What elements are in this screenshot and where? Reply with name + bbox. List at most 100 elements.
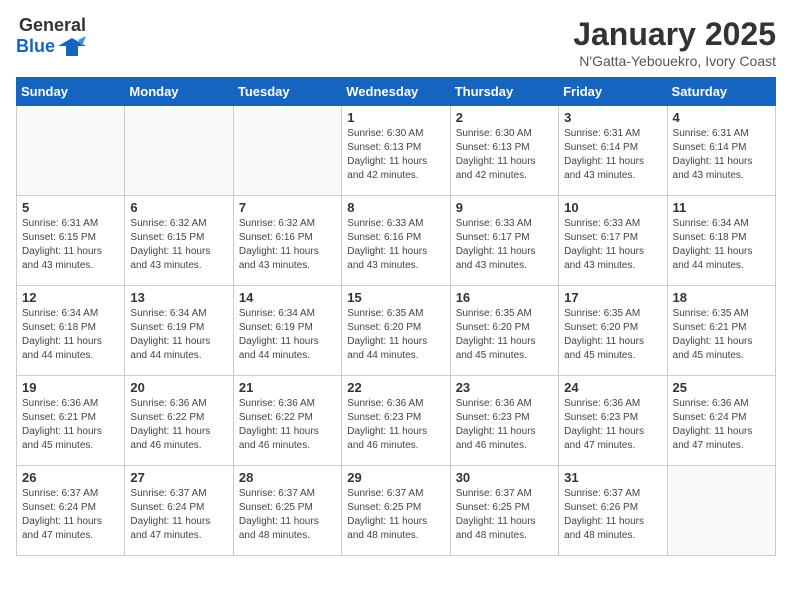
weekday-header-monday: Monday — [125, 78, 233, 106]
calendar-cell — [233, 106, 341, 196]
day-info: Sunrise: 6:32 AM Sunset: 6:16 PM Dayligh… — [239, 217, 336, 273]
page-header: General Blue January 2025 N'Gatta-Yeboue… — [16, 16, 776, 69]
calendar-cell: 2 Sunrise: 6:30 AM Sunset: 6:13 PM Daylig… — [450, 106, 558, 196]
calendar-cell: 20 Sunrise: 6:36 AM Sunset: 6:22 PM Dayli… — [125, 376, 233, 466]
day-info: Sunrise: 6:35 AM Sunset: 6:20 PM Dayligh… — [564, 307, 661, 363]
day-number: 29 — [347, 470, 444, 485]
day-info: Sunrise: 6:37 AM Sunset: 6:25 PM Dayligh… — [456, 487, 553, 543]
day-info: Sunrise: 6:37 AM Sunset: 6:25 PM Dayligh… — [347, 487, 444, 543]
calendar-cell: 31 Sunrise: 6:37 AM Sunset: 6:26 PM Dayli… — [559, 466, 667, 556]
calendar-cell: 7 Sunrise: 6:32 AM Sunset: 6:16 PM Daylig… — [233, 196, 341, 286]
day-number: 7 — [239, 200, 336, 215]
day-number: 16 — [456, 290, 553, 305]
calendar-cell: 27 Sunrise: 6:37 AM Sunset: 6:24 PM Dayli… — [125, 466, 233, 556]
day-info: Sunrise: 6:35 AM Sunset: 6:20 PM Dayligh… — [347, 307, 444, 363]
calendar-week-3: 12Sunrise: 6:34 AM Sunset: 6:18 PM Dayli… — [17, 286, 776, 376]
calendar-cell: 13 Sunrise: 6:34 AM Sunset: 6:19 PM Dayli… — [125, 286, 233, 376]
day-info: Sunrise: 6:37 AM Sunset: 6:25 PM Dayligh… — [239, 487, 336, 543]
day-number: 25 — [673, 380, 770, 395]
day-number: 8 — [347, 200, 444, 215]
day-number: 2 — [456, 110, 553, 125]
day-number: 18 — [673, 290, 770, 305]
calendar-week-2: 5Sunrise: 6:31 AM Sunset: 6:15 PM Daylig… — [17, 196, 776, 286]
day-number: 20 — [130, 380, 227, 395]
day-number: 28 — [239, 470, 336, 485]
day-number: 17 — [564, 290, 661, 305]
day-info: Sunrise: 6:36 AM Sunset: 6:23 PM Dayligh… — [347, 397, 444, 453]
calendar-cell: 14 Sunrise: 6:34 AM Sunset: 6:19 PM Dayli… — [233, 286, 341, 376]
day-info: Sunrise: 6:36 AM Sunset: 6:22 PM Dayligh… — [239, 397, 336, 453]
calendar-cell: 21 Sunrise: 6:36 AM Sunset: 6:22 PM Dayli… — [233, 376, 341, 466]
day-number: 30 — [456, 470, 553, 485]
day-number: 9 — [456, 200, 553, 215]
calendar-table: SundayMondayTuesdayWednesdayThursdayFrid… — [16, 77, 776, 556]
weekday-header-saturday: Saturday — [667, 78, 775, 106]
day-number: 21 — [239, 380, 336, 395]
day-number: 31 — [564, 470, 661, 485]
day-number: 5 — [22, 200, 119, 215]
day-number: 27 — [130, 470, 227, 485]
day-number: 6 — [130, 200, 227, 215]
calendar-cell — [125, 106, 233, 196]
day-info: Sunrise: 6:30 AM Sunset: 6:13 PM Dayligh… — [456, 127, 553, 183]
calendar-cell: 26 Sunrise: 6:37 AM Sunset: 6:24 PM Dayli… — [17, 466, 125, 556]
calendar-cell: 3 Sunrise: 6:31 AM Sunset: 6:14 PM Daylig… — [559, 106, 667, 196]
title-block: January 2025 N'Gatta-Yebouekro, Ivory Co… — [573, 16, 776, 69]
calendar-cell — [667, 466, 775, 556]
calendar-cell: 19 Sunrise: 6:36 AM Sunset: 6:21 PM Dayli… — [17, 376, 125, 466]
day-number: 3 — [564, 110, 661, 125]
day-info: Sunrise: 6:36 AM Sunset: 6:23 PM Dayligh… — [564, 397, 661, 453]
calendar-cell: 10 Sunrise: 6:33 AM Sunset: 6:17 PM Dayli… — [559, 196, 667, 286]
calendar-cell: 4 Sunrise: 6:31 AM Sunset: 6:14 PM Daylig… — [667, 106, 775, 196]
calendar-cell: 5Sunrise: 6:31 AM Sunset: 6:15 PM Daylig… — [17, 196, 125, 286]
calendar-cell: 28 Sunrise: 6:37 AM Sunset: 6:25 PM Dayli… — [233, 466, 341, 556]
day-number: 19 — [22, 380, 119, 395]
calendar-cell: 23Sunrise: 6:36 AM Sunset: 6:23 PM Dayli… — [450, 376, 558, 466]
day-number: 10 — [564, 200, 661, 215]
day-info: Sunrise: 6:31 AM Sunset: 6:14 PM Dayligh… — [564, 127, 661, 183]
calendar-cell: 6Sunrise: 6:32 AM Sunset: 6:15 PM Daylig… — [125, 196, 233, 286]
day-number: 14 — [239, 290, 336, 305]
day-number: 15 — [347, 290, 444, 305]
day-number: 26 — [22, 470, 119, 485]
calendar-cell: 25 Sunrise: 6:36 AM Sunset: 6:24 PM Dayli… — [667, 376, 775, 466]
day-info: Sunrise: 6:31 AM Sunset: 6:14 PM Dayligh… — [673, 127, 770, 183]
calendar-week-1: 1 Sunrise: 6:30 AM Sunset: 6:13 PM Daylig… — [17, 106, 776, 196]
day-info: Sunrise: 6:37 AM Sunset: 6:26 PM Dayligh… — [564, 487, 661, 543]
day-info: Sunrise: 6:36 AM Sunset: 6:22 PM Dayligh… — [130, 397, 227, 453]
calendar-cell: 30 Sunrise: 6:37 AM Sunset: 6:25 PM Dayli… — [450, 466, 558, 556]
day-info: Sunrise: 6:34 AM Sunset: 6:19 PM Dayligh… — [239, 307, 336, 363]
calendar-cell: 22 Sunrise: 6:36 AM Sunset: 6:23 PM Dayli… — [342, 376, 450, 466]
day-number: 1 — [347, 110, 444, 125]
calendar-subtitle: N'Gatta-Yebouekro, Ivory Coast — [573, 53, 776, 69]
day-number: 22 — [347, 380, 444, 395]
day-info: Sunrise: 6:36 AM Sunset: 6:24 PM Dayligh… — [673, 397, 770, 453]
day-info: Sunrise: 6:35 AM Sunset: 6:20 PM Dayligh… — [456, 307, 553, 363]
day-number: 4 — [673, 110, 770, 125]
calendar-cell: 1 Sunrise: 6:30 AM Sunset: 6:13 PM Daylig… — [342, 106, 450, 196]
day-number: 11 — [673, 200, 770, 215]
day-info: Sunrise: 6:34 AM Sunset: 6:18 PM Dayligh… — [673, 217, 770, 273]
day-info: Sunrise: 6:37 AM Sunset: 6:24 PM Dayligh… — [130, 487, 227, 543]
calendar-cell: 16 Sunrise: 6:35 AM Sunset: 6:20 PM Dayli… — [450, 286, 558, 376]
day-number: 13 — [130, 290, 227, 305]
weekday-header-thursday: Thursday — [450, 78, 558, 106]
day-info: Sunrise: 6:35 AM Sunset: 6:21 PM Dayligh… — [673, 307, 770, 363]
day-info: Sunrise: 6:37 AM Sunset: 6:24 PM Dayligh… — [22, 487, 119, 543]
calendar-title: January 2025 — [573, 16, 776, 53]
logo-bird-icon — [58, 36, 86, 58]
day-info: Sunrise: 6:36 AM Sunset: 6:21 PM Dayligh… — [22, 397, 119, 453]
weekday-header-friday: Friday — [559, 78, 667, 106]
day-info: Sunrise: 6:34 AM Sunset: 6:18 PM Dayligh… — [22, 307, 119, 363]
calendar-cell — [17, 106, 125, 196]
calendar-cell: 18 Sunrise: 6:35 AM Sunset: 6:21 PM Dayli… — [667, 286, 775, 376]
day-info: Sunrise: 6:34 AM Sunset: 6:19 PM Dayligh… — [130, 307, 227, 363]
calendar-cell: 29 Sunrise: 6:37 AM Sunset: 6:25 PM Dayli… — [342, 466, 450, 556]
logo-blue: Blue — [16, 37, 55, 57]
day-info: Sunrise: 6:33 AM Sunset: 6:17 PM Dayligh… — [564, 217, 661, 273]
calendar-header-row: SundayMondayTuesdayWednesdayThursdayFrid… — [17, 78, 776, 106]
logo-general: General — [19, 16, 86, 36]
calendar-cell: 15 Sunrise: 6:35 AM Sunset: 6:20 PM Dayli… — [342, 286, 450, 376]
calendar-cell: 9Sunrise: 6:33 AM Sunset: 6:17 PM Daylig… — [450, 196, 558, 286]
day-info: Sunrise: 6:30 AM Sunset: 6:13 PM Dayligh… — [347, 127, 444, 183]
